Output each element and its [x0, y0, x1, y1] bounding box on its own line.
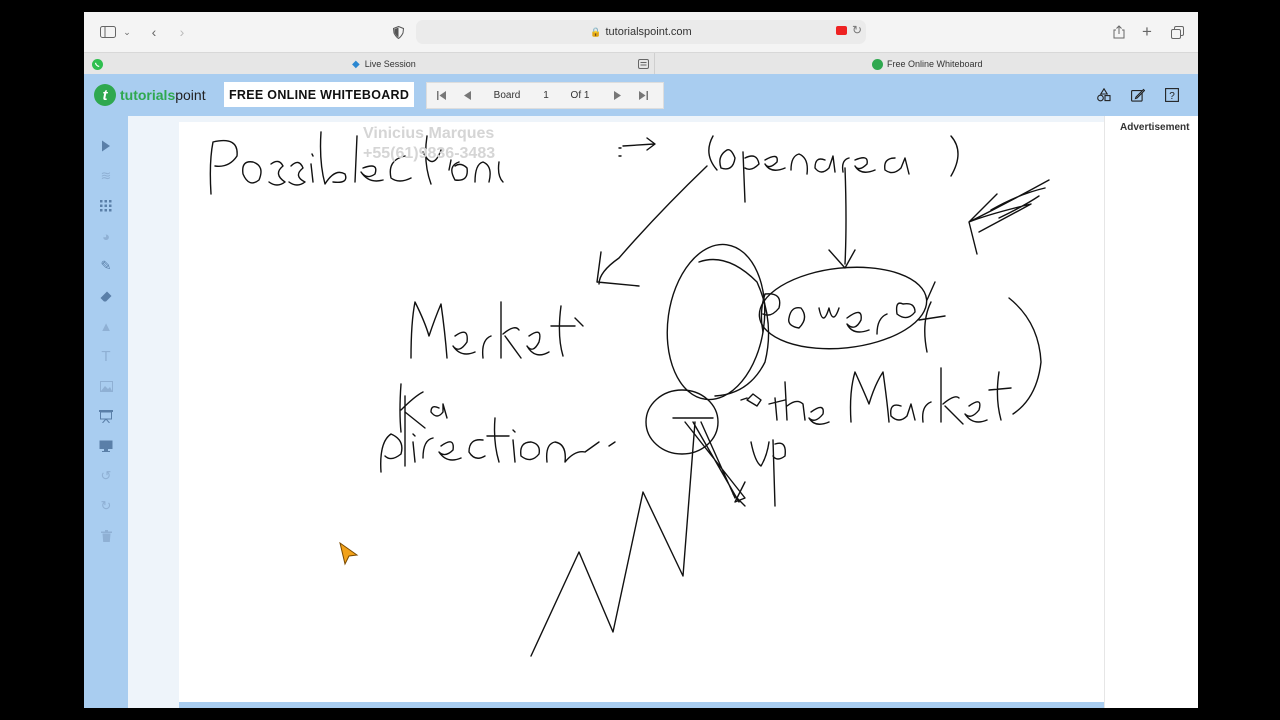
- tab-divider: [654, 53, 655, 75]
- next-board-icon[interactable]: [609, 83, 625, 108]
- board-number[interactable]: 1: [539, 83, 553, 108]
- shield-icon[interactable]: [390, 22, 406, 42]
- first-board-icon[interactable]: [433, 83, 449, 108]
- trash-icon[interactable]: [96, 526, 116, 546]
- palette-icon[interactable]: ◕: [96, 226, 116, 246]
- cursor-icon: [339, 542, 359, 566]
- advertisement-panel: Advertisement: [1104, 116, 1198, 708]
- tab-label: Live Session: [364, 59, 416, 69]
- tutorialspoint-logo[interactable]: t tutorialspoint: [94, 82, 206, 108]
- chevron-down-icon[interactable]: ⌄: [122, 22, 132, 42]
- reload-icon[interactable]: ↻: [852, 23, 862, 37]
- tab-free-online-whiteboard[interactable]: Free Online Whiteboard: [872, 53, 983, 75]
- app-header: t tutorialspoint FREE ONLINE WHITEBOARD …: [84, 74, 1198, 116]
- help-icon[interactable]: ?: [1164, 87, 1180, 103]
- previous-board-icon[interactable]: [459, 83, 475, 108]
- svg-text:?: ?: [1169, 91, 1175, 102]
- watermark-name: Vinicius Marques: [363, 125, 495, 142]
- tabs-icon[interactable]: [1169, 22, 1185, 42]
- shapes-icon[interactable]: ▲: [96, 316, 116, 336]
- tab-label: Free Online Whiteboard: [887, 59, 983, 69]
- text-icon[interactable]: T: [96, 346, 116, 366]
- url-text: tutorialspoint.com: [605, 26, 692, 38]
- tool-sidebar: ≋ ◕ ✎ ▲ T ↺ ↻: [84, 116, 128, 708]
- watermark: Vinicius Marques +55(61)9836-3483: [363, 124, 495, 164]
- sidebar-icon[interactable]: [98, 22, 118, 42]
- redo-icon[interactable]: ↻: [96, 496, 116, 516]
- address-bar[interactable]: 🔒 tutorialspoint.com: [416, 20, 866, 44]
- page-title: FREE ONLINE WHITEBOARD: [224, 82, 415, 107]
- eraser-icon[interactable]: [96, 286, 116, 306]
- canvas-area: Vinicius Marques +55(61)9836-3483: [128, 116, 1140, 708]
- undo-icon[interactable]: ↺: [96, 466, 116, 486]
- live-session-icon: ◆: [352, 58, 360, 70]
- last-board-icon[interactable]: [635, 83, 651, 108]
- logo-text: tutorialspoint: [120, 87, 206, 103]
- pointer-icon[interactable]: [96, 136, 116, 156]
- forward-icon[interactable]: ›: [174, 22, 190, 42]
- back-icon[interactable]: ‹: [146, 22, 162, 42]
- tutorialspoint-favicon: [872, 58, 883, 70]
- present-icon[interactable]: [96, 406, 116, 426]
- board-total: Of 1: [570, 90, 590, 101]
- record-icon[interactable]: [836, 26, 847, 35]
- image-icon[interactable]: [96, 376, 116, 396]
- plus-icon[interactable]: +: [1139, 22, 1155, 42]
- whatsapp-icon[interactable]: [92, 53, 103, 75]
- canvas-bottom-bar: [179, 702, 1140, 708]
- screen-icon[interactable]: [96, 436, 116, 456]
- layers-icon[interactable]: ≋: [96, 166, 116, 186]
- board-navigator: Board 1 Of 1: [426, 82, 664, 109]
- chat-icon[interactable]: [638, 53, 649, 75]
- watermark-phone: +55(61)9836-3483: [363, 145, 496, 162]
- tab-bar: ◆ Live Session Free Online Whiteboard: [84, 52, 1198, 75]
- logo-icon: t: [94, 84, 116, 106]
- edit-icon[interactable]: [1130, 87, 1146, 103]
- whiteboard-drawing: [209, 131, 1050, 657]
- shapes-menu-icon[interactable]: [1096, 87, 1112, 103]
- tab-live-session[interactable]: ◆ Live Session: [352, 53, 416, 75]
- advertisement-label: Advertisement: [1120, 122, 1190, 133]
- browser-window: ⌄ ‹ › 🔒 tutorialspoint.com ↻ + ◆ Live Se…: [84, 12, 1198, 708]
- whiteboard-canvas[interactable]: Vinicius Marques +55(61)9836-3483: [179, 122, 1140, 702]
- pencil-icon[interactable]: ✎: [96, 256, 116, 276]
- share-icon[interactable]: [1111, 22, 1127, 42]
- browser-toolbar: ⌄ ‹ › 🔒 tutorialspoint.com ↻ +: [84, 12, 1198, 52]
- board-label: Board: [493, 90, 521, 101]
- grid-icon[interactable]: [96, 196, 116, 216]
- lock-icon: 🔒: [590, 26, 602, 37]
